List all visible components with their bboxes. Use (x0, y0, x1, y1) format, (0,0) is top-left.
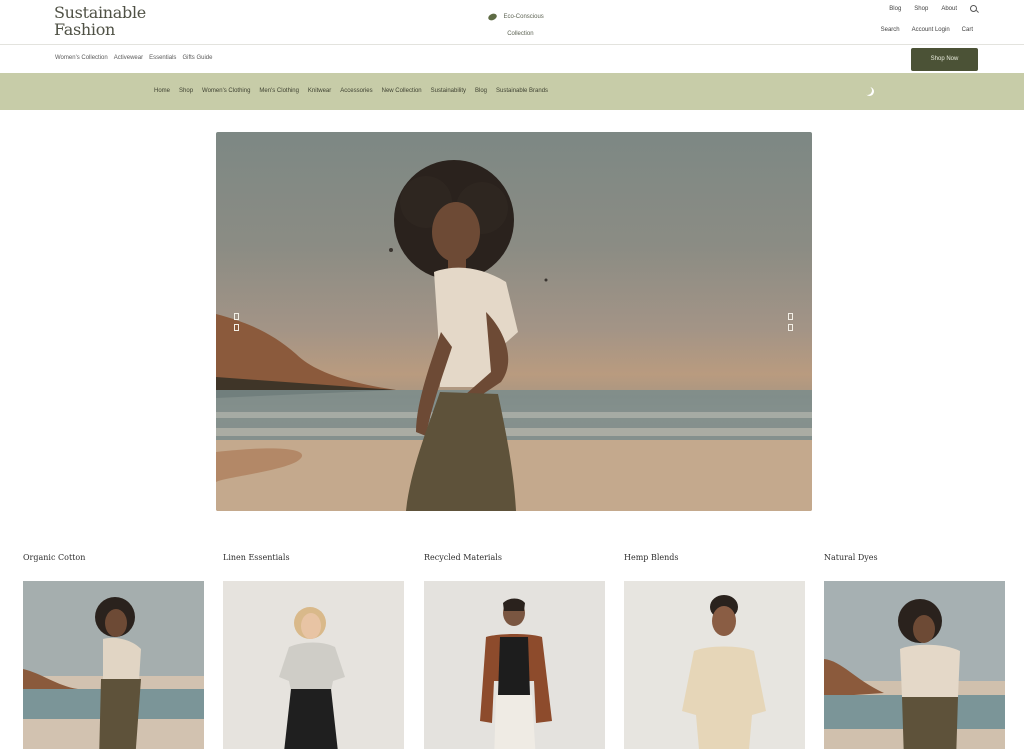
category-natural-dyes[interactable]: Natural Dyes (824, 553, 1005, 749)
category-title: Hemp Blends (624, 553, 679, 562)
account-nav-search[interactable]: Search (881, 27, 900, 33)
chevron-right-icon (787, 324, 793, 331)
logo-line-1: Sustainable (54, 3, 146, 22)
nav-item-shop[interactable]: Shop (179, 88, 193, 94)
category-organic-cotton[interactable]: Organic Cotton (23, 553, 204, 749)
crumb-essentials[interactable]: Essentials (149, 55, 176, 61)
leaf-icon (487, 12, 498, 22)
category-title: Natural Dyes (824, 553, 878, 562)
util-nav-about[interactable]: About (941, 6, 957, 12)
account-nav-login[interactable]: Account Login (912, 27, 950, 33)
chevron-left-icon (233, 324, 239, 331)
main-nav: Home Shop Women's Clothing Men's Clothin… (0, 73, 1024, 110)
nav-item-mens[interactable]: Men's Clothing (259, 88, 299, 94)
site-header: Sustainable Fashion Eco-Conscious Collec… (0, 0, 1024, 45)
nav-item-accessories[interactable]: Accessories (340, 88, 372, 94)
account-nav-cart[interactable]: Cart (962, 27, 973, 33)
hero-image (216, 160, 812, 511)
category-title: Linen Essentials (223, 553, 290, 562)
category-title: Organic Cotton (23, 553, 86, 562)
category-image[interactable] (23, 581, 204, 749)
nav-item-home[interactable]: Home (154, 88, 170, 94)
util-nav-blog[interactable]: Blog (889, 6, 901, 12)
nav-item-womens[interactable]: Women's Clothing (202, 88, 250, 94)
logo-line-2: Fashion (54, 20, 116, 39)
tagline-text: Eco-Conscious (503, 13, 544, 20)
crumb-women[interactable]: Women's Collection (55, 55, 108, 61)
crumb-gifts[interactable]: Gifts Guide (182, 55, 212, 61)
logo[interactable]: Sustainable Fashion (54, 4, 146, 38)
category-recycled-materials[interactable]: Recycled Materials (424, 553, 605, 749)
carousel-next-button[interactable] (785, 309, 795, 341)
chevron-right-icon (787, 313, 793, 320)
nav-item-blog[interactable]: Blog (475, 88, 487, 94)
nav-item-knitwear[interactable]: Knitwear (308, 88, 331, 94)
category-hemp-blends[interactable]: Hemp Blends (624, 553, 805, 749)
utility-nav: Blog Shop About (889, 5, 977, 12)
category-linen-essentials[interactable]: Linen Essentials (223, 553, 404, 749)
nav-item-brands[interactable]: Sustainable Brands (496, 88, 548, 94)
nav-item-sustainability[interactable]: Sustainability (431, 88, 466, 94)
search-icon[interactable] (970, 5, 977, 12)
category-image[interactable] (624, 581, 805, 749)
tagline-sub: Collection (507, 31, 534, 37)
category-image[interactable] (223, 581, 404, 749)
nav-item-new[interactable]: New Collection (382, 88, 422, 94)
moon-icon[interactable] (863, 86, 872, 95)
category-image[interactable] (424, 581, 605, 749)
crumb-activewear[interactable]: Activewear (114, 55, 143, 61)
chevron-left-icon (233, 313, 239, 320)
util-nav-shop[interactable]: Shop (914, 6, 928, 12)
carousel-prev-button[interactable] (231, 309, 241, 341)
shop-now-button[interactable]: Shop Now (911, 48, 978, 71)
category-image[interactable] (824, 581, 1005, 749)
breadcrumb: Women's Collection Activewear Essentials… (55, 55, 212, 61)
account-nav: Search Account Login Cart (881, 27, 973, 33)
tagline: Eco-Conscious Collection (487, 8, 544, 37)
category-title: Recycled Materials (424, 553, 502, 562)
hero-banner[interactable] (216, 132, 812, 511)
sub-bar: Women's Collection Activewear Essentials… (0, 46, 1024, 73)
